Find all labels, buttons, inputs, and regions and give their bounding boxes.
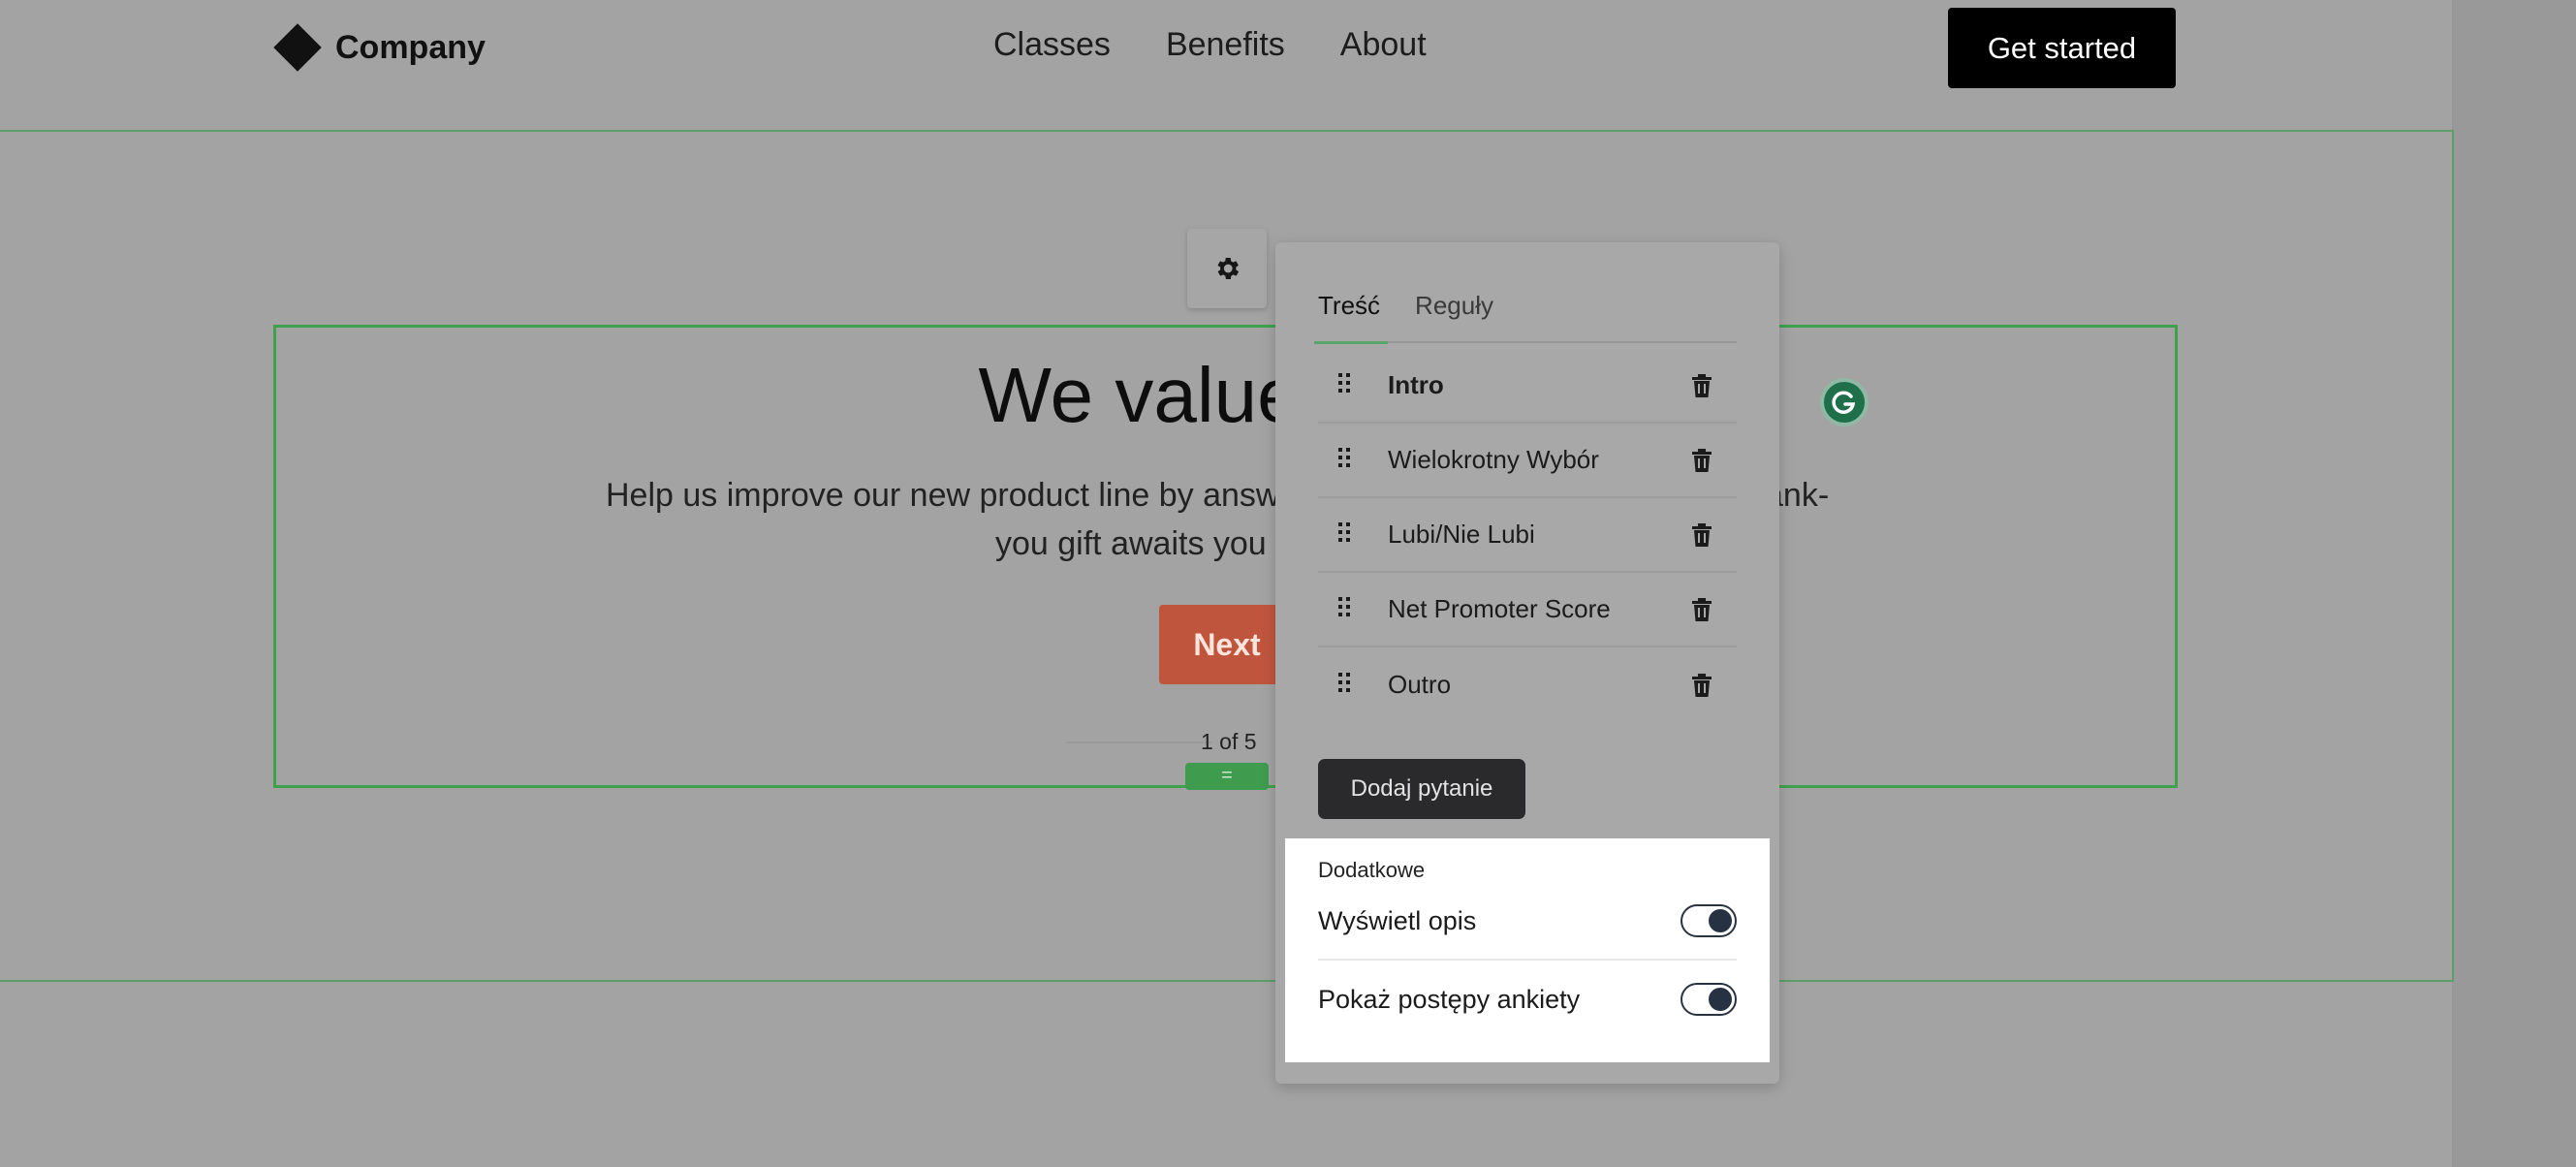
- get-started-button[interactable]: Get started: [1948, 8, 2176, 88]
- question-row[interactable]: Outro: [1318, 647, 1737, 722]
- drag-grip-icon[interactable]: [1318, 447, 1357, 473]
- diamond-logo-icon: [273, 23, 322, 72]
- question-row[interactable]: Intro: [1318, 349, 1737, 424]
- option-show-progress: Pokaż postępy ankiety: [1318, 961, 1737, 1038]
- hero-subtitle-line2: you gift awaits you: [995, 525, 1267, 562]
- next-button[interactable]: Next: [1159, 605, 1295, 684]
- question-row[interactable]: Wielokrotny Wybór: [1318, 424, 1737, 498]
- tab-content[interactable]: Treść: [1313, 287, 1389, 344]
- option-show-description: Wyświetl opis: [1318, 883, 1737, 961]
- option-label: Pokaż postępy ankiety: [1318, 984, 1581, 1014]
- block-drag-handle[interactable]: =: [1185, 763, 1269, 790]
- survey-block[interactable]: We value your Help us improve our new pr…: [273, 325, 2178, 790]
- panel-tabs: Treść Reguły: [1313, 287, 1737, 344]
- question-label: Lubi/Nie Lubi: [1388, 520, 1535, 549]
- progress-indicator: 1 of 5: [1201, 729, 1257, 754]
- drag-grip-icon[interactable]: [1318, 372, 1357, 398]
- page-scrollbar-gutter: [2452, 0, 2576, 1167]
- question-label: Intro: [1388, 370, 1444, 399]
- additional-options: Dodatkowe Wyświetl opis Pokaż postępy an…: [1285, 838, 1770, 1062]
- nav-link-about[interactable]: About: [1340, 26, 1427, 64]
- additional-options-title: Dodatkowe: [1318, 858, 1426, 882]
- hero-subtitle-line1: Help us improve our new product line by …: [606, 477, 1280, 514]
- drag-grip-icon[interactable]: [1318, 521, 1357, 548]
- question-label: Wielokrotny Wybór: [1388, 445, 1599, 474]
- question-row[interactable]: Lubi/Nie Lubi: [1318, 498, 1737, 573]
- question-label: Outro: [1388, 670, 1452, 699]
- show-description-toggle[interactable]: [1681, 904, 1737, 937]
- hero-title: We value your: [978, 352, 1473, 438]
- survey-settings-panel: Treść Reguły Intro Wielokrotny Wybór Lub…: [1275, 242, 1779, 1084]
- trash-icon[interactable]: [1682, 597, 1721, 621]
- top-navigation: Company Classes Benefits About Get start…: [0, 0, 2452, 95]
- trash-icon[interactable]: [1682, 522, 1721, 547]
- show-progress-toggle[interactable]: [1681, 983, 1737, 1016]
- settings-toggle-button[interactable]: [1187, 229, 1267, 308]
- trash-icon[interactable]: [1682, 673, 1721, 697]
- trash-icon[interactable]: [1682, 373, 1721, 397]
- add-question-button[interactable]: Dodaj pytanie: [1318, 759, 1525, 819]
- nav-link-benefits[interactable]: Benefits: [1166, 26, 1285, 64]
- brand-logo[interactable]: Company: [273, 23, 486, 72]
- progress-track: [1066, 741, 1211, 743]
- gear-icon: [1217, 258, 1240, 279]
- question-label: Net Promoter Score: [1388, 594, 1611, 623]
- tab-rules[interactable]: Reguły: [1415, 287, 1493, 341]
- nav-links: Classes Benefits About: [993, 26, 1427, 64]
- grammarly-icon[interactable]: [1820, 378, 1869, 426]
- question-row[interactable]: Net Promoter Score: [1318, 573, 1737, 647]
- nav-link-classes[interactable]: Classes: [993, 26, 1111, 64]
- trash-icon[interactable]: [1682, 448, 1721, 472]
- brand-name: Company: [335, 28, 486, 66]
- drag-grip-icon[interactable]: [1318, 672, 1357, 698]
- question-list: Intro Wielokrotny Wybór Lubi/Nie Lubi Ne…: [1318, 349, 1737, 722]
- option-label: Wyświetl opis: [1318, 905, 1477, 935]
- drag-grip-icon[interactable]: [1318, 596, 1357, 622]
